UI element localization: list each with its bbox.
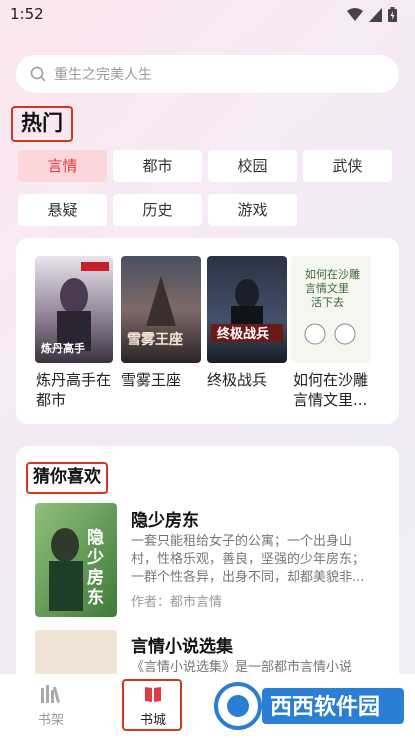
svg-text:东: 东 [87, 587, 104, 608]
book-name[interactable]: 终极战兵 [207, 370, 267, 390]
search-bar[interactable]: 重生之完美人生 [16, 55, 399, 93]
status-bar: 1:52 [0, 0, 415, 30]
svg-text:活下去: 活下去 [311, 296, 344, 309]
chip-campus[interactable]: 校园 [208, 150, 297, 182]
watermark-logo-image: 西西软件园 [214, 682, 404, 730]
svg-text:雪雾王座: 雪雾王座 [127, 331, 183, 348]
svg-text:房: 房 [87, 567, 104, 588]
chip-wuxia[interactable]: 武侠 [303, 150, 392, 182]
chip-history[interactable]: 历史 [113, 194, 202, 226]
wifi-icon [347, 7, 363, 21]
status-icons [347, 7, 397, 22]
guess-book-title[interactable]: 言情小说选集 [131, 632, 233, 657]
guess-section-title: 猜你喜欢 [26, 462, 108, 494]
book-cover[interactable]: 炼丹高手 [35, 256, 113, 363]
battery-icon [388, 7, 397, 22]
book-cover-image: 隐 少 房 东 [35, 503, 117, 617]
svg-text:如何在沙雕: 如何在沙雕 [305, 267, 360, 281]
search-icon [30, 66, 46, 82]
guess-book-title[interactable]: 隐少房东 [131, 506, 199, 531]
svg-text:言情文里: 言情文里 [305, 281, 349, 295]
book-icon [145, 687, 161, 702]
book-cover[interactable]: 如何在沙雕 言情文里 活下去 [291, 256, 371, 363]
hot-section-title: 热门 [11, 106, 73, 142]
tab-bookshelf-label[interactable]: 书架 [38, 709, 64, 728]
svg-text:炼丹高手: 炼丹高手 [41, 341, 85, 355]
tab-bookshelf[interactable] [40, 684, 62, 708]
svg-text:西西软件园: 西西软件园 [270, 694, 380, 720]
book-name[interactable]: 雪雾王座 [121, 370, 181, 390]
chip-games[interactable]: 游戏 [208, 194, 297, 226]
book-name[interactable]: 炼丹高手在 都市 [36, 370, 111, 410]
book-cover[interactable]: 隐 少 房 东 [35, 503, 117, 617]
chip-urban[interactable]: 都市 [113, 150, 202, 182]
svg-text:终极战兵: 终极战兵 [217, 326, 269, 342]
guess-book-author: 作者：都市言情 [131, 595, 223, 610]
book-name[interactable]: 如何在沙雕 言情文里... [293, 370, 368, 410]
chip-mystery[interactable]: 悬疑 [18, 194, 107, 226]
watermark-logo: 西西软件园 [212, 680, 410, 732]
search-placeholder: 重生之完美人生 [54, 67, 152, 83]
book-cover-image: 终极战兵 [207, 256, 287, 363]
svg-text:隐: 隐 [87, 527, 104, 548]
book-cover[interactable]: 雪雾王座 [121, 256, 201, 363]
book-cover-image: 如何在沙雕 言情文里 活下去 [291, 256, 371, 363]
chip-romance[interactable]: 言情 [18, 150, 107, 182]
guess-book-desc: 一套只能租给女子的公寓；一个出身山 村，性格乐观，善良，坚强的少年房东； 一群个… [131, 534, 366, 585]
book-cover-image: 炼丹高手 [35, 256, 113, 363]
book-cover[interactable] [35, 630, 117, 680]
svg-text:少: 少 [86, 548, 104, 568]
bookcity-icon-wrap [144, 685, 162, 707]
book-cover-image: 雪雾王座 [121, 256, 201, 363]
bookshelf-icon [41, 685, 61, 703]
status-time: 1:52 [10, 5, 44, 23]
tab-bookcity-label[interactable]: 书城 [140, 709, 166, 728]
book-cover[interactable]: 终极战兵 [207, 256, 287, 363]
signal-icon [369, 7, 382, 22]
